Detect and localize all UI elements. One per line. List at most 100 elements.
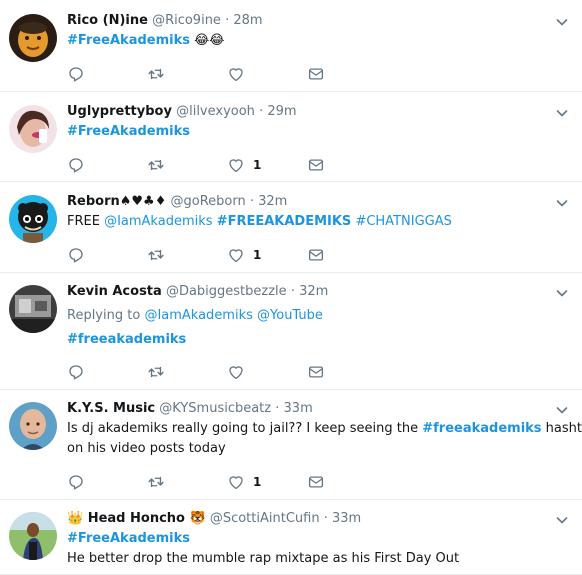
- dm-button[interactable]: [307, 64, 325, 84]
- envelope-icon: [307, 246, 325, 264]
- tweet-text: Is dj akademiks really going to jail?? I…: [67, 420, 582, 438]
- like-button[interactable]: 1: [227, 245, 261, 265]
- retweet-icon: [147, 246, 165, 264]
- timeline-feed: Rico (N)ine @Rico9ine · 28m #FreeAkademik…: [0, 0, 582, 575]
- tweet[interactable]: Rico (N)ine @Rico9ine · 28m #FreeAkademik…: [0, 0, 582, 92]
- hashtag-link[interactable]: #freeakademiks: [422, 421, 541, 436]
- like-button[interactable]: [227, 64, 245, 84]
- text-segment: hashtags: [545, 421, 582, 436]
- hashtag-link[interactable]: #FreeAkademiks: [67, 33, 190, 48]
- dm-button[interactable]: [307, 362, 325, 382]
- tweet-body: Reborn♠♥♣♦ @goReborn · 32m FREE @IamAkade…: [67, 193, 552, 231]
- like-button[interactable]: [227, 362, 245, 382]
- display-name[interactable]: Reborn♠♥♣♦: [67, 194, 166, 209]
- text-segment: FREE: [67, 214, 105, 229]
- separator-dot: ·: [290, 284, 295, 299]
- display-name[interactable]: 👑 Head Honcho 🐯: [67, 511, 206, 526]
- like-button[interactable]: 1: [227, 472, 261, 492]
- heart-icon: [227, 473, 245, 491]
- avatar[interactable]: [9, 402, 57, 450]
- separator-dot: ·: [259, 104, 264, 119]
- dm-button[interactable]: [307, 472, 325, 492]
- tweet[interactable]: Reborn♠♥♣♦ @goReborn · 32m FREE @IamAkade…: [0, 182, 582, 273]
- user-handle[interactable]: @Rico9ine: [152, 13, 221, 28]
- dm-button[interactable]: [307, 155, 325, 175]
- avatar[interactable]: [9, 195, 57, 243]
- like-button[interactable]: 1: [227, 155, 261, 175]
- avatar[interactable]: [9, 512, 57, 560]
- reply-icon: [67, 473, 85, 491]
- tweet-text-line: He better drop the mumble rap mixtape as…: [67, 551, 460, 566]
- retweet-icon: [147, 65, 165, 83]
- mention-link[interactable]: @IamAkademiks: [104, 214, 212, 229]
- chevron-down-icon[interactable]: [555, 196, 569, 210]
- chevron-down-icon[interactable]: [555, 513, 569, 527]
- tweet-header: Kevin Acosta @Dabiggestbezzle · 32m: [67, 283, 552, 301]
- avatar[interactable]: [9, 285, 57, 333]
- envelope-icon: [307, 363, 325, 381]
- hashtag-link[interactable]: #FreeAkademiks: [67, 124, 190, 139]
- timestamp[interactable]: 33m: [284, 401, 313, 416]
- like-count: 1: [253, 475, 262, 489]
- separator-dot: ·: [323, 511, 328, 526]
- envelope-icon: [307, 473, 325, 491]
- replying-to-users[interactable]: @IamAkademiks @YouTube: [144, 308, 322, 323]
- display-name[interactable]: Uglyprettyboy: [67, 104, 172, 119]
- display-name[interactable]: Rico (N)ine: [67, 13, 148, 28]
- tweet-body: 👑 Head Honcho 🐯 @ScottiAintCufin · 33m #F…: [67, 510, 552, 568]
- tweet[interactable]: 👑 Head Honcho 🐯 @ScottiAintCufin · 33m #F…: [0, 500, 582, 575]
- tweet-actions: 1: [67, 472, 337, 492]
- dm-button[interactable]: [307, 245, 325, 265]
- user-handle[interactable]: @goReborn: [171, 194, 246, 209]
- tweet-actions: [67, 64, 337, 84]
- reply-icon: [67, 246, 85, 264]
- avatar[interactable]: [9, 14, 57, 62]
- hashtag-link[interactable]: #freeakademiks: [67, 332, 186, 347]
- chevron-down-icon[interactable]: [555, 286, 569, 300]
- timestamp[interactable]: 32m: [258, 194, 287, 209]
- hashtag-link[interactable]: #FREEAKADEMIKS: [217, 214, 352, 229]
- retweet-button[interactable]: [147, 362, 165, 382]
- user-handle[interactable]: @lilvexyooh: [176, 104, 255, 119]
- reply-button[interactable]: [67, 64, 85, 84]
- retweet-button[interactable]: [147, 155, 165, 175]
- timestamp[interactable]: 28m: [233, 13, 262, 28]
- retweet-button[interactable]: [147, 64, 165, 84]
- retweet-button[interactable]: [147, 472, 165, 492]
- avatar[interactable]: [9, 105, 57, 153]
- timestamp[interactable]: 29m: [267, 104, 296, 119]
- tweet-text: #FreeAkademiks 😂😂: [67, 32, 552, 50]
- tweet[interactable]: Uglyprettyboy @lilvexyooh · 29m #FreeAkad…: [0, 92, 582, 182]
- heart-icon: [227, 246, 245, 264]
- retweet-button[interactable]: [147, 245, 165, 265]
- chevron-down-icon[interactable]: [555, 403, 569, 417]
- tweet-actions: 1: [67, 155, 337, 175]
- chevron-down-icon[interactable]: [555, 106, 569, 120]
- reply-button[interactable]: [67, 472, 85, 492]
- reply-button[interactable]: [67, 155, 85, 175]
- display-name[interactable]: Kevin Acosta: [67, 284, 162, 299]
- timestamp[interactable]: 33m: [332, 511, 361, 526]
- user-handle[interactable]: @ScottiAintCufin: [210, 511, 320, 526]
- reply-icon: [67, 156, 85, 174]
- tweet[interactable]: Kevin Acosta @Dabiggestbezzle · 32m Reply…: [0, 273, 582, 390]
- tweet-text: #freeakademiks: [67, 331, 552, 349]
- reply-icon: [67, 363, 85, 381]
- reply-icon: [67, 65, 85, 83]
- reply-button[interactable]: [67, 245, 85, 265]
- reply-button[interactable]: [67, 362, 85, 382]
- display-name[interactable]: K.Y.S. Music: [67, 401, 155, 416]
- tweet-text: #FreeAkademiks: [67, 123, 552, 141]
- user-handle[interactable]: @Dabiggestbezzle: [166, 284, 287, 299]
- tweet-actions: 1: [67, 245, 337, 265]
- mention-link[interactable]: #CHATNIGGAS: [355, 214, 451, 229]
- hashtag-link[interactable]: #FreeAkademiks: [67, 531, 190, 546]
- timestamp[interactable]: 32m: [299, 284, 328, 299]
- tweet-body: Uglyprettyboy @lilvexyooh · 29m #FreeAkad…: [67, 103, 552, 141]
- user-handle[interactable]: @KYSmusicbeatz: [159, 401, 271, 416]
- tweet-header: Rico (N)ine @Rico9ine · 28m: [67, 12, 552, 30]
- tweet-text: FREE @IamAkademiks #FREEAKADEMIKS #CHATN…: [67, 213, 552, 231]
- chevron-down-icon[interactable]: [555, 15, 569, 29]
- tweet-body: Rico (N)ine @Rico9ine · 28m #FreeAkademik…: [67, 12, 552, 50]
- tweet[interactable]: K.Y.S. Music @KYSmusicbeatz · 33m Is dj a…: [0, 390, 582, 500]
